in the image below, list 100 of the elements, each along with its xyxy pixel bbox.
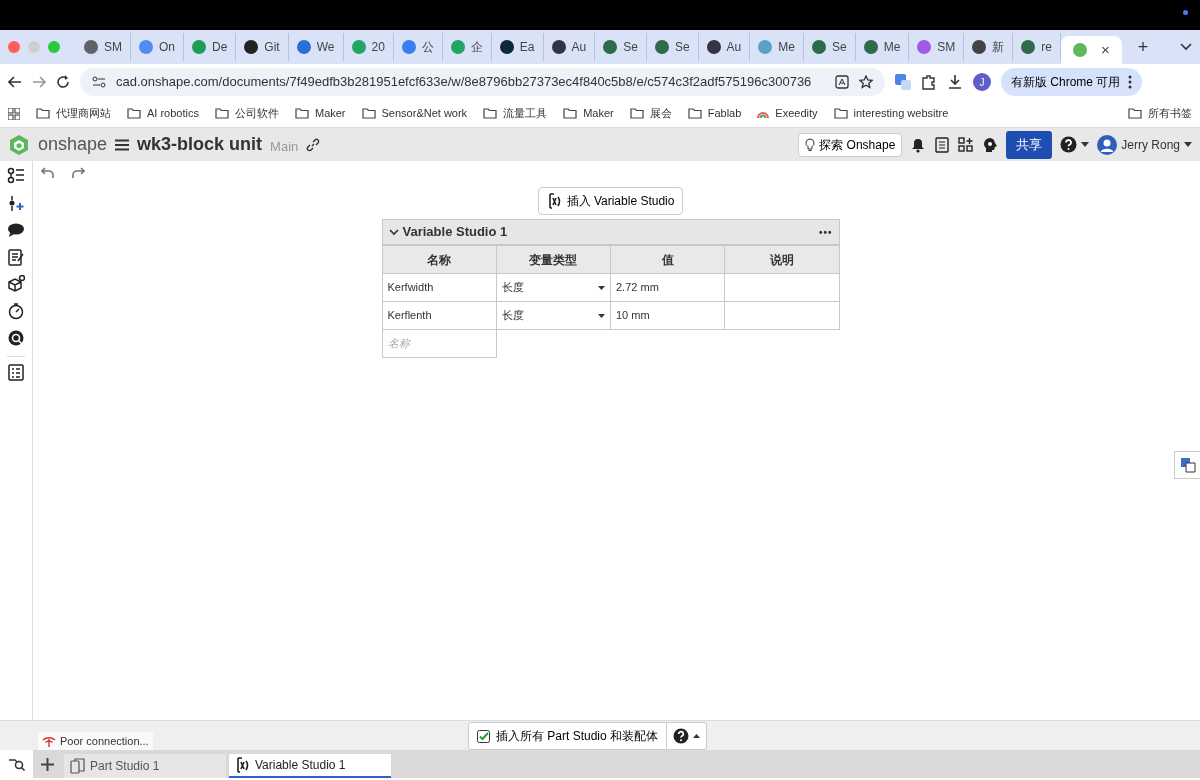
- checklist-icon[interactable]: [934, 136, 951, 153]
- profile-avatar[interactable]: J: [973, 73, 991, 91]
- update-chrome-button[interactable]: 有新版 Chrome 可用: [1001, 68, 1143, 96]
- browser-tab[interactable]: De: [184, 33, 237, 61]
- undo-icon[interactable]: [41, 167, 55, 179]
- reload-icon[interactable]: [56, 75, 70, 89]
- browser-tab[interactable]: On: [131, 33, 184, 61]
- type-dropdown[interactable]: 长度: [496, 301, 611, 330]
- apps-add-icon[interactable]: [958, 136, 975, 153]
- link-icon[interactable]: [306, 137, 321, 152]
- browser-tab[interactable]: 企: [442, 33, 492, 61]
- chevron-down-icon[interactable]: [1180, 43, 1192, 51]
- explore-button[interactable]: 探索 Onshape: [798, 132, 903, 157]
- browser-tab[interactable]: 20: [343, 33, 394, 61]
- connection-status: Poor connection...: [38, 732, 153, 750]
- search-parts-icon[interactable]: [7, 757, 26, 771]
- weak-signal-icon: [42, 735, 56, 747]
- type-dropdown[interactable]: 长度: [496, 273, 611, 302]
- view-cube-button[interactable]: [1174, 451, 1200, 479]
- browser-tab[interactable]: Au: [543, 33, 596, 61]
- browser-tab[interactable]: 新: [964, 33, 1014, 61]
- bookmark[interactable]: 所有书签: [1128, 105, 1192, 122]
- url-text: cad.onshape.com/documents/7f49edfb3b281951efcf633e/w/8e8796bb27373ec4f840c5b8/e/c574c3f2adf575196c300736: [116, 73, 813, 92]
- document-title: wk3-block unit: [137, 133, 263, 156]
- search-circle-icon[interactable]: [7, 329, 25, 347]
- browser-tab[interactable]: SM: [909, 33, 965, 61]
- bookmark[interactable]: AI robotics: [127, 105, 199, 122]
- bookmark[interactable]: Exeedity: [757, 105, 818, 122]
- bookmark[interactable]: 公司软件: [214, 105, 279, 122]
- comment-icon[interactable]: [7, 221, 25, 239]
- forward-icon[interactable]: [32, 75, 46, 89]
- stopwatch-icon[interactable]: [7, 302, 25, 320]
- folder-icon: [629, 108, 644, 119]
- table-cell: 2.72 mm: [610, 273, 725, 302]
- browser-tab[interactable]: Ea: [491, 33, 544, 61]
- site-settings-icon[interactable]: [92, 76, 106, 88]
- bookmark[interactable]: interesting websitre: [833, 105, 949, 122]
- browser-tab[interactable]: We: [288, 33, 344, 61]
- back-icon[interactable]: [8, 75, 22, 89]
- bell-icon[interactable]: [910, 136, 927, 153]
- browser-tab[interactable]: Au: [698, 33, 751, 61]
- chevron-icon[interactable]: [388, 228, 399, 236]
- address-bar[interactable]: cad.onshape.com/documents/7f49edfb3b281951efcf633e/w/8e8796bb27373ec4f840c5b8/e/c574c3f2adf575196c300736: [80, 68, 885, 96]
- browser-tab[interactable]: ×: [1061, 36, 1122, 64]
- close-icon[interactable]: ×: [1101, 38, 1110, 62]
- bookmark[interactable]: Maker: [563, 105, 614, 122]
- folder-icon: [687, 108, 702, 119]
- more-vertical-icon[interactable]: [1128, 75, 1133, 89]
- new-tab-button[interactable]: +: [1137, 33, 1149, 61]
- folder-icon: [214, 108, 229, 119]
- bookmark[interactable]: 展会: [629, 105, 672, 122]
- column-header: 名称: [382, 245, 497, 274]
- table-cell: Kerflenth: [382, 301, 497, 330]
- browser-tab[interactable]: Me: [750, 33, 804, 61]
- folder-icon: [36, 108, 50, 119]
- part-studio-icon: [70, 758, 86, 774]
- share-button[interactable]: 共享: [1006, 130, 1053, 159]
- star-icon[interactable]: [859, 75, 873, 89]
- folder-icon: [563, 108, 578, 119]
- bookmark[interactable]: Maker: [294, 105, 346, 122]
- download-icon[interactable]: [947, 74, 963, 90]
- column-header: 值: [610, 245, 725, 274]
- folder-icon: [483, 108, 498, 119]
- bookmark[interactable]: 流量工具: [483, 105, 548, 122]
- parts-box-icon[interactable]: [7, 275, 25, 293]
- feature-list-icon[interactable]: [7, 167, 25, 185]
- caret-icon: [598, 313, 605, 318]
- notes-icon[interactable]: [7, 248, 25, 266]
- browser-tab[interactable]: 公: [393, 33, 443, 61]
- browser-tab[interactable]: Se: [803, 33, 856, 61]
- redo-icon[interactable]: [71, 167, 85, 179]
- folder-icon: [361, 108, 376, 119]
- browser-tab[interactable]: SM: [76, 33, 131, 61]
- bookmark[interactable]: 代理商网站: [36, 105, 111, 122]
- add-variable-icon[interactable]: [7, 194, 25, 212]
- caret-icon: [598, 285, 605, 290]
- apps-grid-icon[interactable]: [8, 107, 20, 120]
- caret-icon: [1081, 142, 1090, 147]
- help-menu-button[interactable]: [1060, 136, 1090, 153]
- insert-all-button[interactable]: 插入所有 Part Studio 和装配体: [468, 722, 668, 750]
- help-menu-button[interactable]: [667, 722, 708, 750]
- browser-tab[interactable]: Me: [855, 33, 910, 61]
- help-icon: [1060, 136, 1078, 153]
- bookmark[interactable]: Sensor&Net work: [361, 105, 468, 122]
- browser-tab[interactable]: Se: [646, 33, 699, 61]
- translate-icon[interactable]: [835, 75, 849, 89]
- insert-variable-studio-button[interactable]: 插入 Variable Studio: [537, 187, 684, 215]
- plus-icon: [40, 757, 54, 771]
- list-panel-icon[interactable]: [7, 363, 25, 381]
- puzzle-icon[interactable]: [921, 74, 937, 90]
- more-menu[interactable]: •••: [819, 224, 833, 240]
- bookmark[interactable]: Fablab: [687, 105, 742, 122]
- menu-icon[interactable]: [115, 138, 130, 151]
- document-tab[interactable]: Variable Studio 1: [229, 754, 391, 778]
- browser-tab[interactable]: Se: [595, 33, 647, 61]
- column-header: 变量类型: [496, 245, 611, 274]
- user-menu-button[interactable]: Jerry Rong: [1097, 134, 1192, 155]
- folder-icon: [833, 108, 848, 119]
- document-tab[interactable]: Part Studio 1: [64, 754, 226, 778]
- browser-tab[interactable]: Git: [236, 33, 289, 61]
